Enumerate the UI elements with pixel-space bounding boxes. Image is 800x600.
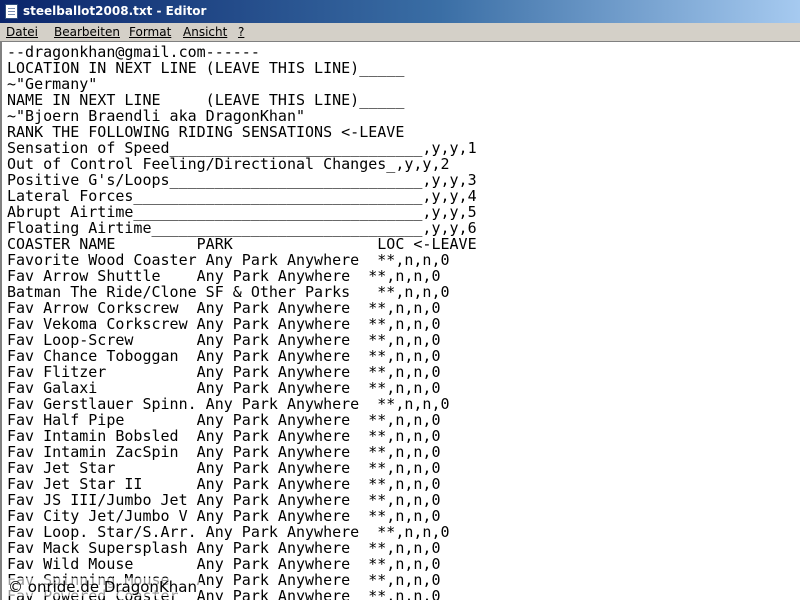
menu-bar: Datei Bearbeiten Format Ansicht ? xyxy=(0,23,800,42)
text-line[interactable]: Fav Intamin ZacSpin Any Park Anywhere **… xyxy=(7,444,477,460)
text-line[interactable]: NAME IN NEXT LINE (LEAVE THIS LINE)_____ xyxy=(7,92,477,108)
text-line[interactable]: Fav Gerstlauer Spinn. Any Park Anywhere … xyxy=(7,396,477,412)
text-line[interactable]: Fav Loop. Star/S.Arr. Any Park Anywhere … xyxy=(7,524,477,540)
text-line[interactable]: Fav Loop-Screw Any Park Anywhere **,n,n,… xyxy=(7,332,477,348)
text-line[interactable]: Fav Jet Star Any Park Anywhere **,n,n,0 xyxy=(7,460,477,476)
text-line[interactable]: Fav Wild Mouse Any Park Anywhere **,n,n,… xyxy=(7,556,477,572)
menu-ansicht[interactable]: Ansicht xyxy=(183,25,227,39)
text-line[interactable]: Fav Arrow Corkscrew Any Park Anywhere **… xyxy=(7,300,477,316)
text-line[interactable]: RANK THE FOLLOWING RIDING SENSATIONS <-L… xyxy=(7,124,477,140)
text-line[interactable]: Fav Flitzer Any Park Anywhere **,n,n,0 xyxy=(7,364,477,380)
text-line[interactable]: Fav JS III/Jumbo Jet Any Park Anywhere *… xyxy=(7,492,477,508)
text-line[interactable]: Fav City Jet/Jumbo V Any Park Anywhere *… xyxy=(7,508,477,524)
title-bar: steelballot2008.txt - Editor xyxy=(0,0,800,23)
text-line[interactable]: Fav Arrow Shuttle Any Park Anywhere **,n… xyxy=(7,268,477,284)
copyright-watermark: © onride.de DragonKhan xyxy=(6,578,199,596)
text-line[interactable]: Positive G's/Loops______________________… xyxy=(7,172,477,188)
text-editor-area[interactable]: --dragonkhan@gmail.com------ LOCATION IN … xyxy=(0,42,800,600)
notepad-icon[interactable] xyxy=(5,4,18,19)
text-line[interactable]: Lateral Forces__________________________… xyxy=(7,188,477,204)
text-line[interactable]: LOCATION IN NEXT LINE (LEAVE THIS LINE)_… xyxy=(7,60,477,76)
menu-help[interactable]: ? xyxy=(238,25,244,39)
text-line[interactable]: Fav Vekoma Corkscrew Any Park Anywhere *… xyxy=(7,316,477,332)
text-line[interactable]: ~"Germany" xyxy=(7,76,477,92)
text-line[interactable]: Fav Jet Star II Any Park Anywhere **,n,n… xyxy=(7,476,477,492)
window-title: steelballot2008.txt - Editor xyxy=(23,4,207,18)
text-line[interactable]: Abrupt Airtime__________________________… xyxy=(7,204,477,220)
menu-format[interactable]: Format xyxy=(129,25,171,39)
text-line[interactable]: Out of Control Feeling/Directional Chang… xyxy=(7,156,477,172)
menu-bearbeiten[interactable]: Bearbeiten xyxy=(54,25,120,39)
text-line[interactable]: Batman The Ride/Clone SF & Other Parks *… xyxy=(7,284,477,300)
text-line[interactable]: Fav Mack Supersplash Any Park Anywhere *… xyxy=(7,540,477,556)
text-line[interactable]: Fav Intamin Bobsled Any Park Anywhere **… xyxy=(7,428,477,444)
text-line[interactable]: Sensation of Speed______________________… xyxy=(7,140,477,156)
text-line[interactable]: Floating Airtime________________________… xyxy=(7,220,477,236)
text-line[interactable]: Favorite Wood Coaster Any Park Anywhere … xyxy=(7,252,477,268)
text-line[interactable]: Fav Chance Toboggan Any Park Anywhere **… xyxy=(7,348,477,364)
document-text[interactable]: --dragonkhan@gmail.com------ LOCATION IN … xyxy=(7,44,477,600)
text-line[interactable]: ~"Bjoern Braendli aka DragonKhan" xyxy=(7,108,477,124)
menu-datei[interactable]: Datei xyxy=(6,25,38,39)
text-line[interactable]: Fav Half Pipe Any Park Anywhere **,n,n,0 xyxy=(7,412,477,428)
text-line[interactable]: Fav Galaxi Any Park Anywhere **,n,n,0 xyxy=(7,380,477,396)
text-line[interactable]: --dragonkhan@gmail.com------ xyxy=(7,44,477,60)
text-line[interactable]: COASTER NAME PARK LOC <-LEAVE xyxy=(7,236,477,252)
